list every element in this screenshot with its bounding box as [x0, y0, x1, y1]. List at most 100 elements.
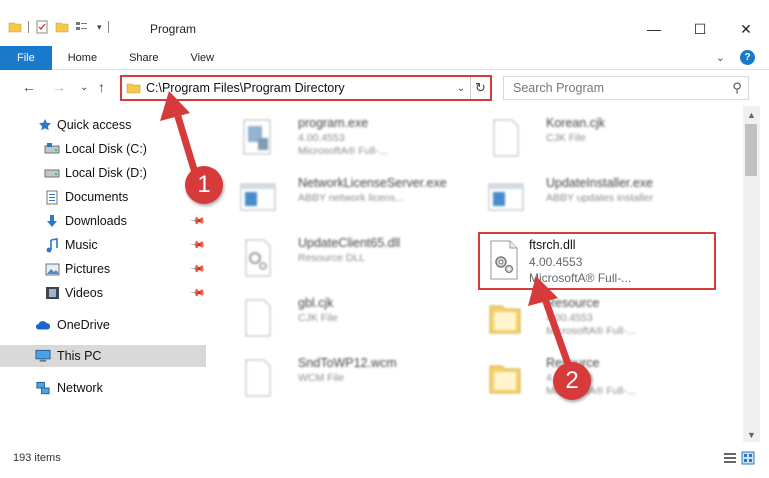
- search-icon[interactable]: ⚲: [726, 80, 748, 96]
- folder-icon[interactable]: [8, 20, 22, 34]
- forward-button[interactable]: →: [52, 79, 66, 95]
- star-icon: [37, 117, 53, 133]
- minimize-button[interactable]: —: [631, 14, 677, 44]
- sidebar-item-music[interactable]: Music 📌: [0, 234, 206, 256]
- sidebar-item-documents[interactable]: Documents: [0, 186, 206, 208]
- address-path[interactable]: C:\Program Files\Program Directory: [146, 81, 452, 95]
- details-view-icon[interactable]: [723, 451, 737, 465]
- dll-file-icon: [490, 240, 518, 280]
- file-detail: CJK File: [546, 132, 586, 144]
- search-input[interactable]: Search Program: [513, 81, 726, 95]
- file-tile[interactable]: NetworkLicenseServer.exe ABBY network li…: [228, 170, 468, 226]
- toolbar-separator: [107, 21, 109, 33]
- view-options-icon[interactable]: [75, 20, 91, 34]
- computer-icon: [35, 348, 51, 364]
- sidebar-item-local-disk-c[interactable]: Local Disk (C:): [0, 138, 206, 160]
- up-button[interactable]: ↑: [98, 79, 105, 95]
- scrollbar-thumb[interactable]: [745, 124, 757, 176]
- scroll-up-icon[interactable]: ▲: [743, 110, 760, 120]
- sidebar-item-local-disk-d[interactable]: Local Disk (D:): [0, 162, 206, 184]
- exe-file-icon: [243, 119, 271, 155]
- sidebar-item-label: OneDrive: [57, 318, 110, 332]
- documents-icon: [44, 189, 60, 205]
- properties-icon[interactable]: [35, 20, 49, 34]
- sidebar-item-network[interactable]: Network: [0, 377, 206, 399]
- file-tile[interactable]: Resource 4.00.4553 MicrosoftA® Full-...: [476, 290, 716, 346]
- large-icons-view-icon[interactable]: [741, 451, 755, 465]
- sidebar-item-label: Network: [57, 381, 103, 395]
- cloud-icon: [35, 317, 51, 333]
- pin-icon[interactable]: 📌: [189, 237, 206, 254]
- file-detail: MicrosoftA® Full-...: [298, 145, 388, 157]
- file-detail: CJK File: [298, 312, 338, 324]
- file-tile[interactable]: UpdateClient65.dll Resource DLL: [228, 230, 468, 286]
- file-description: MicrosoftA® Full-...: [529, 271, 632, 285]
- sidebar-item-label: Downloads: [65, 214, 127, 228]
- file-detail: ABBY network licens...: [298, 192, 405, 204]
- help-icon[interactable]: ?: [740, 50, 755, 65]
- file-detail: MicrosoftA® Full-...: [546, 325, 636, 337]
- sidebar-item-label: This PC: [57, 349, 102, 363]
- window-title: Program: [150, 22, 197, 36]
- navigation-pane: Quick access Local Disk (C:) Local Disk …: [0, 106, 206, 436]
- address-dropdown-icon[interactable]: ⌄: [452, 83, 470, 94]
- address-bar[interactable]: C:\Program Files\Program Directory ⌄ ↻: [120, 75, 492, 101]
- file-icon: [493, 119, 519, 157]
- drive-icon: [44, 141, 60, 157]
- file-tile[interactable]: UpdateInstaller.exe ABBY updates install…: [476, 170, 716, 226]
- file-icon: [245, 359, 271, 397]
- quick-access-toolbar: ▾: [8, 20, 109, 34]
- dll-file-icon: [245, 239, 271, 277]
- file-detail: 4.00.4553: [546, 312, 593, 324]
- file-tile[interactable]: SndToWP12.wcm WCM File: [228, 350, 468, 406]
- expand-ribbon-icon[interactable]: ⌄: [716, 51, 725, 64]
- pin-icon[interactable]: 📌: [189, 261, 206, 278]
- sidebar-item-downloads[interactable]: Downloads 📌: [0, 210, 206, 232]
- file-tile[interactable]: Korean.cjk CJK File: [476, 110, 716, 166]
- file-version: 4.00.4553: [529, 255, 583, 269]
- item-count: 193 items: [13, 452, 61, 464]
- view-switcher: [723, 451, 755, 465]
- sidebar-item-label: Music: [65, 238, 98, 252]
- ribbon-tabs: File Home Share View ⌄ ?: [0, 45, 769, 70]
- sidebar-item-label: Documents: [65, 190, 129, 204]
- close-button[interactable]: ✕: [723, 14, 769, 44]
- file-name: ftsrch.dll: [529, 238, 576, 252]
- sidebar-item-pictures[interactable]: Pictures 📌: [0, 258, 206, 280]
- navigation-bar: ← → ⌄ ↑ C:\Program Files\Program Directo…: [0, 72, 769, 104]
- pin-icon[interactable]: 📌: [189, 213, 206, 230]
- sidebar-item-quick-access[interactable]: Quick access: [0, 114, 206, 136]
- tab-view[interactable]: View: [174, 46, 230, 70]
- tab-home[interactable]: Home: [52, 46, 113, 70]
- tab-share[interactable]: Share: [113, 46, 174, 70]
- file-name: program.exe: [298, 116, 369, 130]
- tab-file[interactable]: File: [0, 45, 52, 70]
- highlighted-file-ftsrch[interactable]: ftsrch.dll 4.00.4553 MicrosoftA® Full-..…: [478, 232, 716, 290]
- pin-icon[interactable]: 📌: [189, 285, 206, 302]
- vertical-scrollbar[interactable]: ▲ ▼: [743, 106, 760, 442]
- back-button[interactable]: ←: [22, 79, 36, 95]
- file-name: Korean.cjk: [546, 116, 606, 130]
- maximize-button[interactable]: ☐: [677, 14, 723, 44]
- folder-icon: [489, 305, 521, 334]
- file-tile[interactable]: gbl.cjk CJK File: [228, 290, 468, 346]
- sidebar-item-label: Local Disk (C:): [65, 142, 147, 156]
- new-folder-icon[interactable]: [55, 20, 69, 34]
- scroll-down-icon[interactable]: ▼: [743, 430, 760, 440]
- sidebar-item-onedrive[interactable]: OneDrive: [0, 314, 206, 336]
- pictures-icon: [44, 261, 60, 277]
- sidebar-item-this-pc[interactable]: This PC: [0, 345, 206, 367]
- file-tile[interactable]: program.exe 4.00.4553 MicrosoftA® Full-.…: [228, 110, 468, 166]
- chevron-down-icon[interactable]: ▾: [97, 22, 102, 33]
- recent-locations-button[interactable]: ⌄: [80, 82, 88, 93]
- file-name: NetworkLicenseServer.exe: [298, 176, 447, 190]
- download-icon: [44, 213, 60, 229]
- sidebar-item-label: Local Disk (D:): [65, 166, 147, 180]
- file-name: Resource: [546, 296, 600, 310]
- file-name: UpdateInstaller.exe: [546, 176, 654, 190]
- refresh-icon[interactable]: ↻: [470, 77, 490, 99]
- file-tile[interactable]: Resource 4.00.4553 MicrosoftA® Full-...: [476, 350, 716, 406]
- sidebar-item-videos[interactable]: Videos 📌: [0, 282, 206, 304]
- search-box[interactable]: Search Program ⚲: [503, 76, 749, 100]
- file-name: UpdateClient65.dll: [298, 236, 401, 250]
